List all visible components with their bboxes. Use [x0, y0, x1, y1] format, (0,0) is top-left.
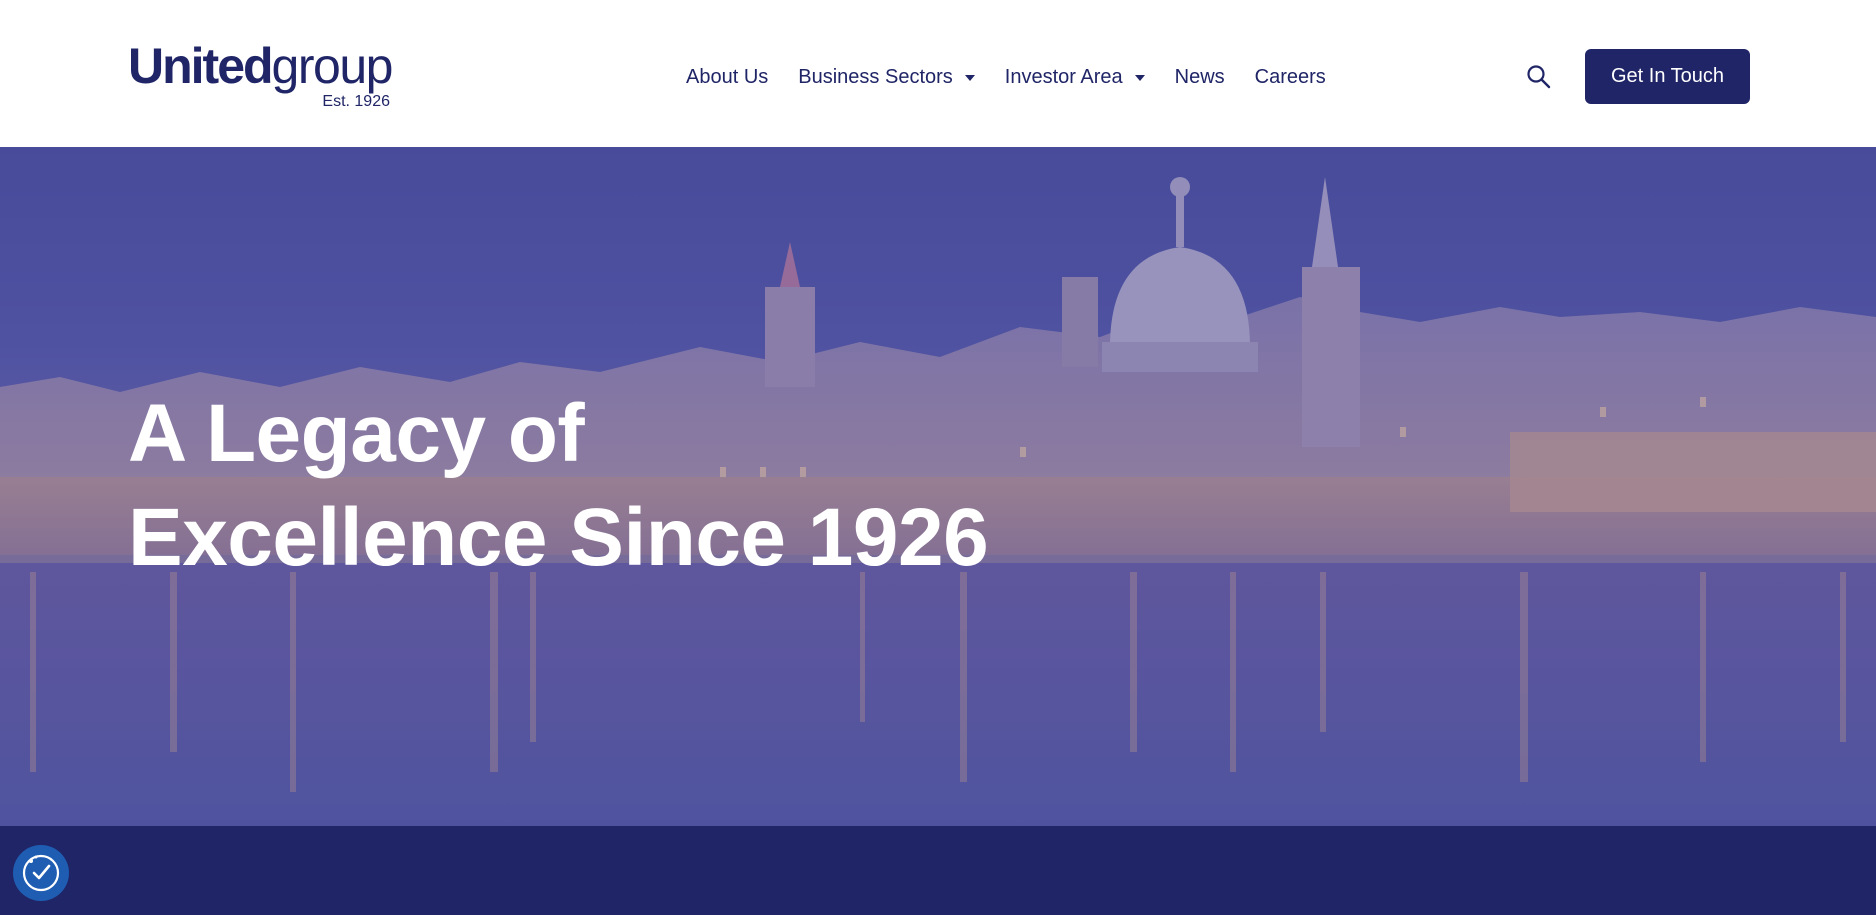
nav-item-news[interactable]: News [1175, 60, 1225, 94]
hero-title-line-1: A Legacy of [128, 388, 585, 479]
logo-wordmark: Unitedgroup [128, 38, 393, 94]
caret-down-icon [964, 75, 975, 81]
nav-item-label: Investor Area [1004, 66, 1123, 88]
hero-title-line-2: Excellence Since 1926 [128, 492, 989, 583]
nav-item-investor-area[interactable]: Investor Area [1005, 60, 1145, 94]
site-header: Unitedgroup Est. 1926 About Us Business … [0, 0, 1876, 147]
nav-item-label: Careers [1254, 66, 1326, 88]
logo-established: Est. 1926 [322, 93, 390, 110]
get-in-touch-button[interactable]: Get In Touch [1585, 49, 1750, 104]
main-nav: About Us Business Sectors Investor Area … [686, 60, 1326, 94]
accessibility-icon [22, 854, 60, 892]
nav-item-careers[interactable]: Careers [1255, 60, 1326, 94]
accessibility-button[interactable] [13, 845, 69, 901]
nav-item-business-sectors[interactable]: Business Sectors [798, 60, 975, 94]
nav-item-label: Business Sectors [798, 66, 953, 88]
hero-title: A Legacy of Excellence Since 1926 [128, 382, 989, 590]
logo[interactable]: Unitedgroup Est. 1926 [128, 38, 398, 114]
nav-item-label: About Us [686, 66, 769, 88]
search-button[interactable] [1524, 62, 1554, 92]
caret-down-icon [1134, 75, 1145, 81]
nav-item-label: News [1174, 66, 1225, 88]
bottom-band [0, 826, 1876, 915]
nav-item-about-us[interactable]: About Us [686, 60, 768, 94]
hero-banner: A Legacy of Excellence Since 1926 [0, 147, 1876, 826]
search-icon [1527, 65, 1551, 89]
